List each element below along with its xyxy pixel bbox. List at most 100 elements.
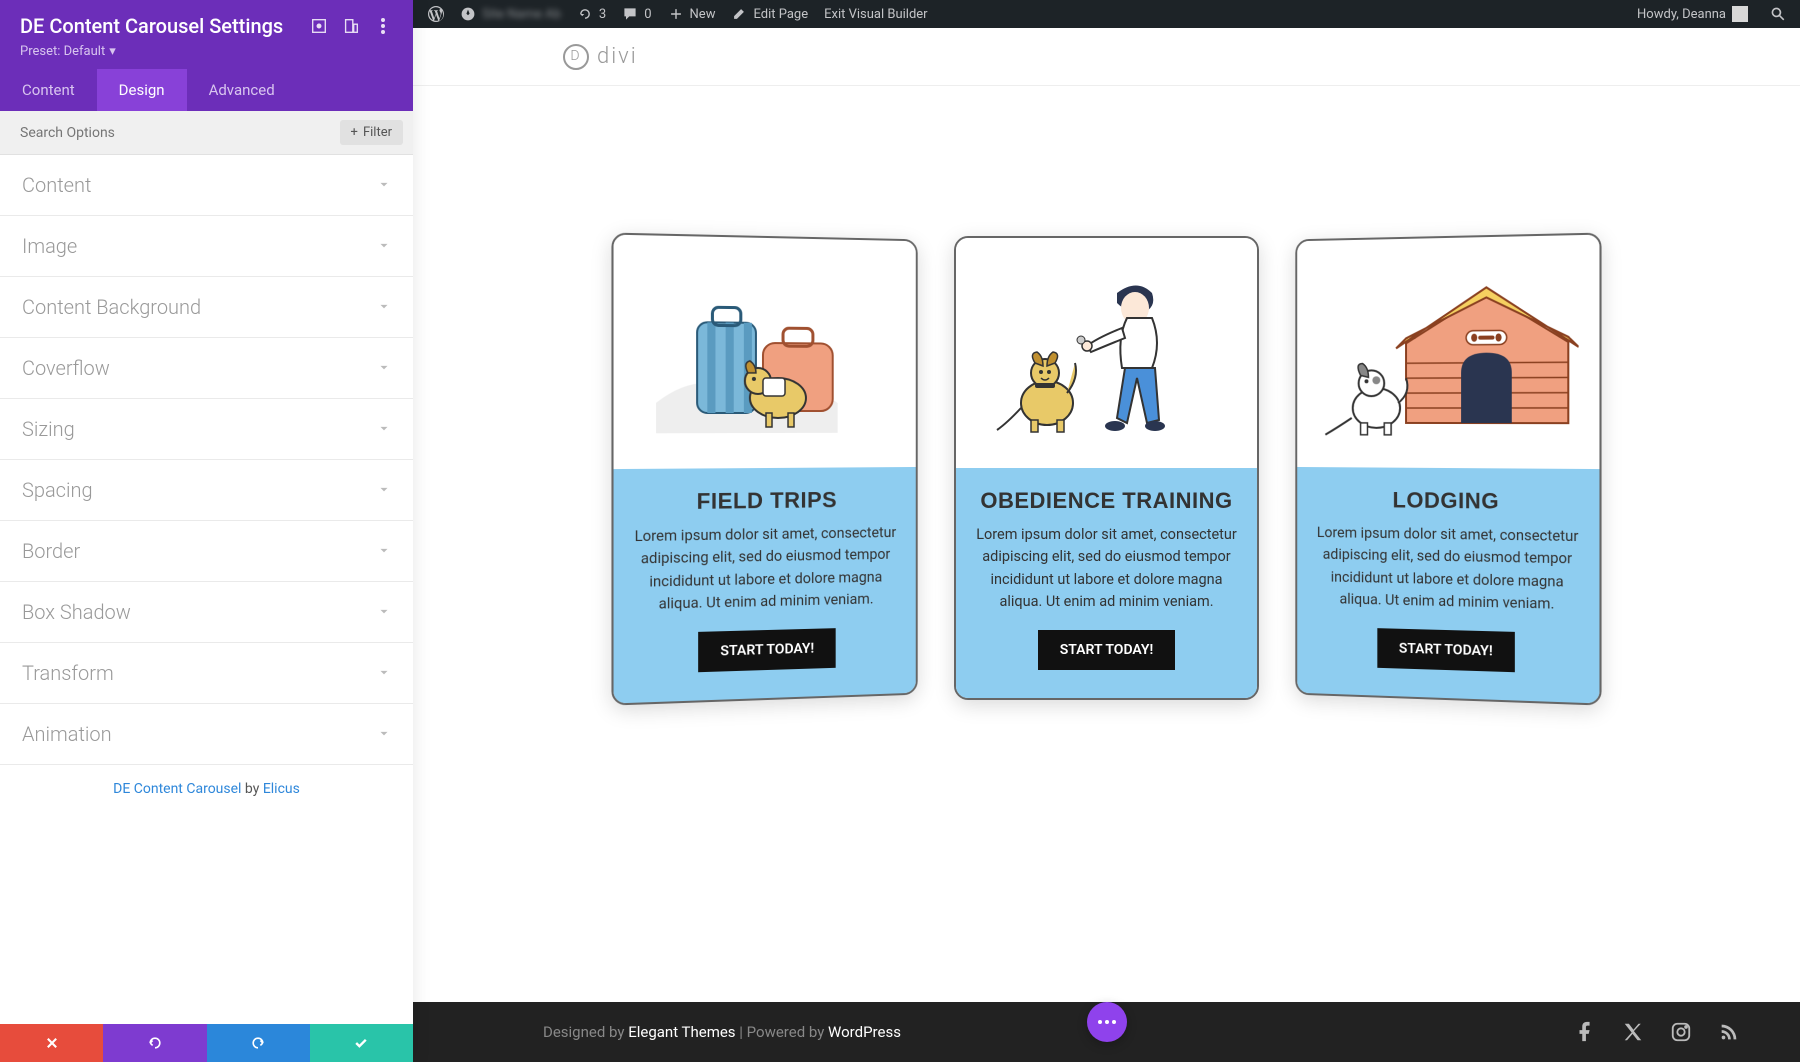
close-icon [45, 1036, 59, 1050]
section-image[interactable]: Image [0, 216, 413, 277]
check-icon [353, 1035, 369, 1051]
more-icon[interactable] [373, 16, 393, 36]
card-cta-button[interactable]: START TODAY! [1377, 628, 1515, 672]
chevron-down-icon [377, 422, 391, 436]
card-cta-button[interactable]: START TODAY! [1038, 630, 1176, 670]
chevron-down-icon [377, 605, 391, 619]
rss-icon[interactable] [1718, 1021, 1740, 1043]
credit-author-link[interactable]: Elicus [263, 781, 300, 797]
preset-label: Preset: Default [20, 44, 105, 59]
carousel: FIELD TRIPS Lorem ipsum dolor sit amet, … [413, 86, 1800, 740]
cancel-button[interactable] [0, 1024, 103, 1062]
section-transform[interactable]: Transform [0, 643, 413, 704]
card-body: LODGING Lorem ipsum dolor sit amet, cons… [1297, 467, 1599, 703]
dots-icon [1098, 1020, 1116, 1024]
panel-actions [0, 1024, 413, 1062]
dog-training-illustration [987, 258, 1227, 448]
chevron-down-icon [377, 666, 391, 680]
carousel-card[interactable]: OBEDIENCE TRAINING Lorem ipsum dolor sit… [954, 236, 1259, 700]
theme-link[interactable]: Elegant Themes [628, 1023, 735, 1041]
save-button[interactable] [310, 1024, 413, 1062]
howdy-text: Howdy, Deanna [1637, 7, 1726, 22]
credit-module-link[interactable]: DE Content Carousel [113, 781, 241, 797]
card-title: OBEDIENCE TRAINING [974, 488, 1239, 514]
chevron-down-icon [377, 483, 391, 497]
search-icon [1770, 6, 1786, 22]
preview-area: D divi [413, 28, 1800, 1062]
panel-title: DE Content Carousel Settings [20, 14, 297, 38]
plus-icon [668, 6, 684, 22]
carousel-card[interactable]: FIELD TRIPS Lorem ipsum dolor sit amet, … [611, 233, 917, 706]
wp-site-name: Site Name Ab [482, 7, 561, 22]
footer-socials [1574, 1021, 1770, 1043]
section-animation[interactable]: Animation [0, 704, 413, 765]
search-row: + Filter [0, 111, 413, 155]
panel-credit: DE Content Carousel by Elicus [0, 765, 413, 813]
chevron-down-icon [377, 544, 391, 558]
tab-content[interactable]: Content [0, 69, 97, 111]
tab-design[interactable]: Design [97, 69, 187, 111]
chevron-down-icon [377, 361, 391, 375]
wp-dashboard[interactable]: Site Name Ab [452, 0, 569, 28]
section-spacing[interactable]: Spacing [0, 460, 413, 521]
responsive-icon[interactable] [341, 16, 361, 36]
tab-advanced[interactable]: Advanced [187, 69, 297, 111]
wp-search[interactable] [1766, 0, 1790, 28]
undo-icon [147, 1035, 163, 1051]
wp-comments[interactable]: 0 [614, 0, 659, 28]
logo-text: divi [597, 44, 638, 69]
divi-logo[interactable]: D divi [443, 44, 638, 70]
instagram-icon[interactable] [1670, 1021, 1692, 1043]
section-content[interactable]: Content [0, 155, 413, 216]
accordion: Content Image Content Background Coverfl… [0, 155, 413, 1024]
redo-icon [250, 1035, 266, 1051]
wp-new[interactable]: New [660, 0, 724, 28]
wp-updates[interactable]: 3 [569, 0, 614, 28]
wp-exit-builder[interactable]: Exit Visual Builder [816, 0, 935, 28]
card-body: FIELD TRIPS Lorem ipsum dolor sit amet, … [614, 467, 916, 703]
refresh-icon [577, 6, 593, 22]
edit-page-label: Edit Page [753, 7, 808, 22]
redo-button[interactable] [207, 1024, 310, 1062]
card-cta-button[interactable]: START TODAY! [698, 628, 836, 672]
section-content-background[interactable]: Content Background [0, 277, 413, 338]
wp-logo[interactable] [420, 0, 452, 28]
panel-header: DE Content Carousel Settings Preset: Def… [0, 0, 413, 69]
panel-tabs: Content Design Advanced [0, 69, 413, 111]
section-sizing[interactable]: Sizing [0, 399, 413, 460]
comments-count: 0 [644, 7, 651, 22]
dashboard-icon [460, 6, 476, 22]
card-description: Lorem ipsum dolor sit amet, consectetur … [1315, 522, 1581, 617]
section-coverflow[interactable]: Coverflow [0, 338, 413, 399]
carousel-card[interactable]: LODGING Lorem ipsum dolor sit amet, cons… [1295, 233, 1601, 706]
credit-by: by [241, 781, 262, 797]
facebook-icon[interactable] [1574, 1021, 1596, 1043]
filter-button[interactable]: + Filter [340, 120, 403, 145]
dog-suitcase-illustration [645, 261, 886, 444]
wp-edit-page[interactable]: Edit Page [723, 0, 816, 28]
chevron-down-icon: ▾ [109, 44, 116, 59]
footer-text: Designed by Elegant Themes | Powered by … [443, 1023, 901, 1041]
undo-button[interactable] [103, 1024, 206, 1062]
card-image [1297, 235, 1599, 469]
chevron-down-icon [377, 727, 391, 741]
chevron-down-icon [377, 239, 391, 253]
card-title: FIELD TRIPS [632, 487, 898, 516]
card-description: Lorem ipsum dolor sit amet, consectetur … [974, 524, 1239, 614]
preset-selector[interactable]: Preset: Default ▾ [20, 44, 393, 59]
chevron-down-icon [377, 178, 391, 192]
search-input[interactable] [20, 125, 340, 141]
pencil-icon [731, 6, 747, 22]
card-description: Lorem ipsum dolor sit amet, consectetur … [632, 522, 898, 617]
divi-d-icon: D [563, 44, 589, 70]
section-border[interactable]: Border [0, 521, 413, 582]
wireframe-icon[interactable] [309, 16, 329, 36]
platform-link[interactable]: WordPress [828, 1023, 901, 1041]
wp-howdy[interactable]: Howdy, Deanna [1629, 0, 1756, 28]
x-icon[interactable] [1622, 1021, 1644, 1043]
comment-icon [622, 6, 638, 22]
wordpress-icon [428, 6, 444, 22]
section-box-shadow[interactable]: Box Shadow [0, 582, 413, 643]
fab-button[interactable] [1087, 1002, 1127, 1042]
preview-header: D divi [413, 28, 1800, 86]
